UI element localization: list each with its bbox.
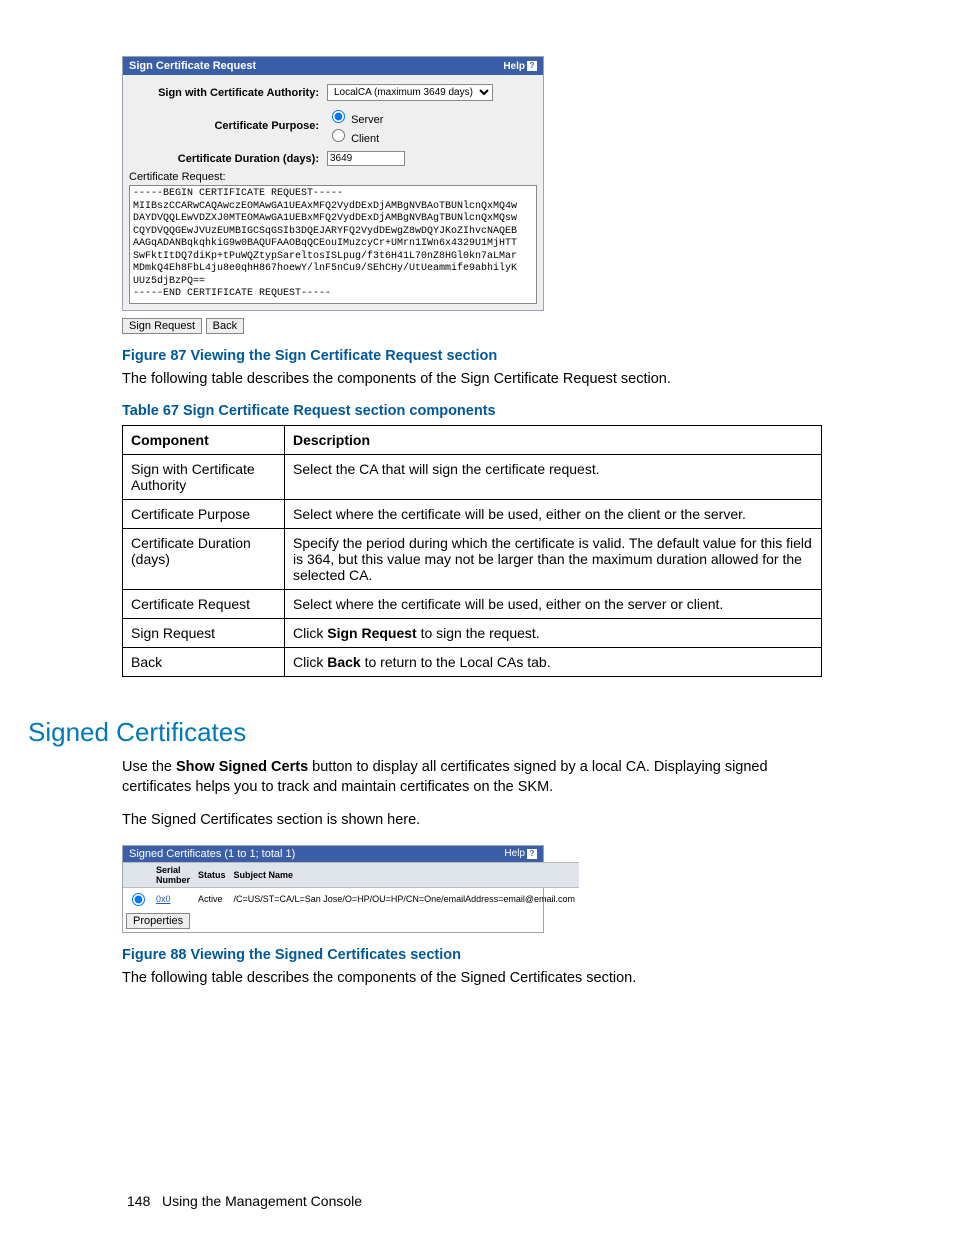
table-row: Sign with Certificate Authority Select t… xyxy=(123,455,822,500)
sign-request-button[interactable]: Sign Request xyxy=(122,318,202,334)
signed-panel-help[interactable]: Help ? xyxy=(504,848,537,859)
col-status: Status xyxy=(194,862,230,887)
help-icon: ? xyxy=(527,61,537,71)
signed-certs-para1: Use the Show Signed Certs button to disp… xyxy=(122,758,832,797)
duration-input[interactable] xyxy=(327,151,405,166)
table-row: Certificate Duration (days) Specify the … xyxy=(123,529,822,590)
heading-signed-certs: Signed Certificates xyxy=(28,717,832,748)
label-sign-with-ca: Sign with Certificate Authority: xyxy=(129,87,323,99)
page-footer: 148 Using the Management Console xyxy=(127,1193,362,1209)
signed-certs-para2: The Signed Certificates section is shown… xyxy=(122,811,832,831)
panel-help-link[interactable]: Help ? xyxy=(503,61,537,72)
ca-select[interactable]: LocalCA (maximum 3649 days) xyxy=(327,84,493,101)
table-row: 0x0 Active /C=US/ST=CA/L=San Jose/O=HP/O… xyxy=(123,887,579,910)
panel-title-bar: Sign Certificate Request Help ? xyxy=(123,57,543,75)
signed-panel-title: Signed Certificates (1 to 1; total 1) xyxy=(129,848,295,860)
figure-87-desc: The following table describes the compon… xyxy=(122,370,832,390)
radio-client[interactable]: Client xyxy=(327,126,383,145)
figure-87-caption: Figure 87 Viewing the Sign Certificate R… xyxy=(122,348,832,364)
label-cert-request: Certificate Request: xyxy=(129,169,537,185)
table-67-head-component: Component xyxy=(123,426,285,455)
figure-88-desc: The following table describes the compon… xyxy=(122,969,832,989)
signed-certs-panel: Signed Certificates (1 to 1; total 1) He… xyxy=(122,845,544,933)
table-row: Certificate Request Select where the cer… xyxy=(123,590,822,619)
col-subject: Subject Name xyxy=(230,862,580,887)
properties-button[interactable]: Properties xyxy=(126,913,190,929)
col-serial: Serial Number xyxy=(152,862,194,887)
help-icon: ? xyxy=(527,849,537,859)
row-status: Active xyxy=(194,887,230,910)
row-subject: /C=US/ST=CA/L=San Jose/O=HP/OU=HP/CN=One… xyxy=(230,887,580,910)
table-row: Certificate Purpose Select where the cer… xyxy=(123,500,822,529)
row-select-radio[interactable] xyxy=(132,893,145,906)
table-67-head-description: Description xyxy=(285,426,822,455)
table-row: Sign Request Click Sign Request to sign … xyxy=(123,619,822,648)
cert-request-textarea[interactable]: -----BEGIN CERTIFICATE REQUEST----- MIIB… xyxy=(129,185,537,304)
sign-cert-request-panel: Sign Certificate Request Help ? Sign wit… xyxy=(122,56,544,311)
table-67-title: Table 67 Sign Certificate Request sectio… xyxy=(122,403,832,419)
label-cert-purpose: Certificate Purpose: xyxy=(129,120,323,132)
serial-link[interactable]: 0x0 xyxy=(156,894,171,904)
panel-title: Sign Certificate Request xyxy=(129,60,256,72)
table-67: Component Description Sign with Certific… xyxy=(122,425,822,677)
table-row: Back Click Back to return to the Local C… xyxy=(123,648,822,677)
back-button[interactable]: Back xyxy=(206,318,244,334)
figure-88-caption: Figure 88 Viewing the Signed Certificate… xyxy=(122,947,832,963)
radio-server[interactable]: Server xyxy=(327,107,383,126)
label-cert-duration: Certificate Duration (days): xyxy=(129,153,323,165)
